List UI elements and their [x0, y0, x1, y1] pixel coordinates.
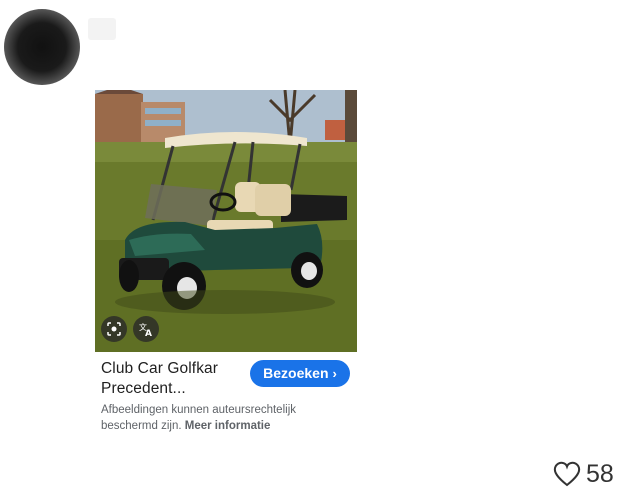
more-info-link[interactable]: Meer informatie	[185, 420, 271, 432]
result-title[interactable]: Club Car Golfkar Precedent...	[101, 359, 241, 399]
like-button[interactable]: 58	[553, 458, 614, 490]
visit-button[interactable]: Bezoeken ›	[250, 360, 350, 387]
lens-icon[interactable]	[101, 316, 127, 342]
result-title-line2: Precedent...	[101, 380, 186, 397]
search-result-card[interactable]: 文 A Club Car Golfkar Precedent... Bezoek…	[88, 86, 360, 436]
copyright-note: Afbeeldingen kunnen auteursrechtelijk be…	[101, 403, 341, 434]
visit-button-label: Bezoeken	[263, 365, 329, 381]
heart-icon	[553, 461, 581, 487]
avatar[interactable]	[4, 9, 80, 85]
chevron-right-icon: ›	[332, 366, 337, 381]
svg-text:A: A	[145, 329, 152, 337]
username-blurred	[88, 18, 116, 40]
like-count: 58	[586, 460, 614, 488]
result-title-line1: Club Car Golfkar	[101, 360, 219, 377]
translate-icon[interactable]: 文 A	[133, 316, 159, 342]
golf-cart-image[interactable]: 文 A	[95, 90, 357, 352]
